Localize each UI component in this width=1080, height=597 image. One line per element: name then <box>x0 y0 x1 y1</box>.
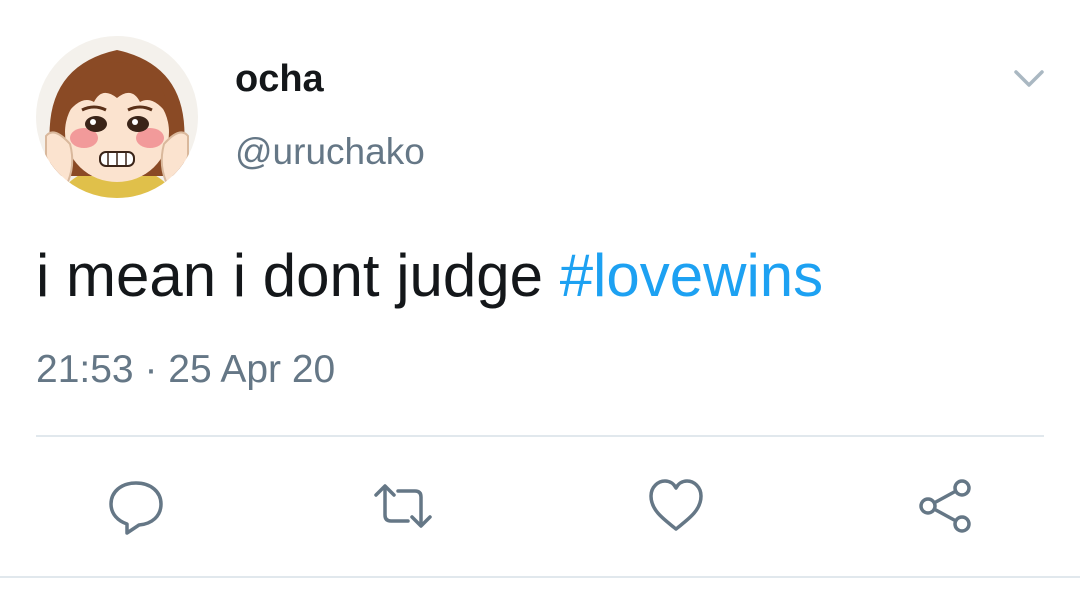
tweet-date: 25 Apr 20 <box>168 348 336 391</box>
share-button[interactable] <box>914 475 976 537</box>
tweet-time: 21:53 <box>36 348 134 391</box>
retweet-icon <box>374 484 432 528</box>
avatar[interactable] <box>36 36 198 198</box>
display-name[interactable]: ocha <box>235 60 324 98</box>
like-button[interactable] <box>645 475 707 537</box>
tweet-text: i mean i dont judge #lovewins <box>36 246 823 306</box>
tweet-body: i mean i dont judge <box>36 242 560 309</box>
tweet-timestamp[interactable]: 21:53 · 25 Apr 20 <box>36 350 335 389</box>
user-handle[interactable]: @uruchako <box>235 133 425 170</box>
chevron-down-icon[interactable] <box>1008 62 1050 94</box>
comment-icon <box>109 481 163 535</box>
share-icon <box>919 479 971 533</box>
avatar-image <box>36 36 198 198</box>
reply-button[interactable] <box>105 475 167 537</box>
timestamp-separator: · <box>133 348 169 391</box>
retweet-button[interactable] <box>372 475 434 537</box>
hashtag-link[interactable]: #lovewins <box>560 242 823 309</box>
heart-icon <box>649 479 703 531</box>
divider <box>36 435 1044 437</box>
bottom-divider <box>0 576 1080 578</box>
